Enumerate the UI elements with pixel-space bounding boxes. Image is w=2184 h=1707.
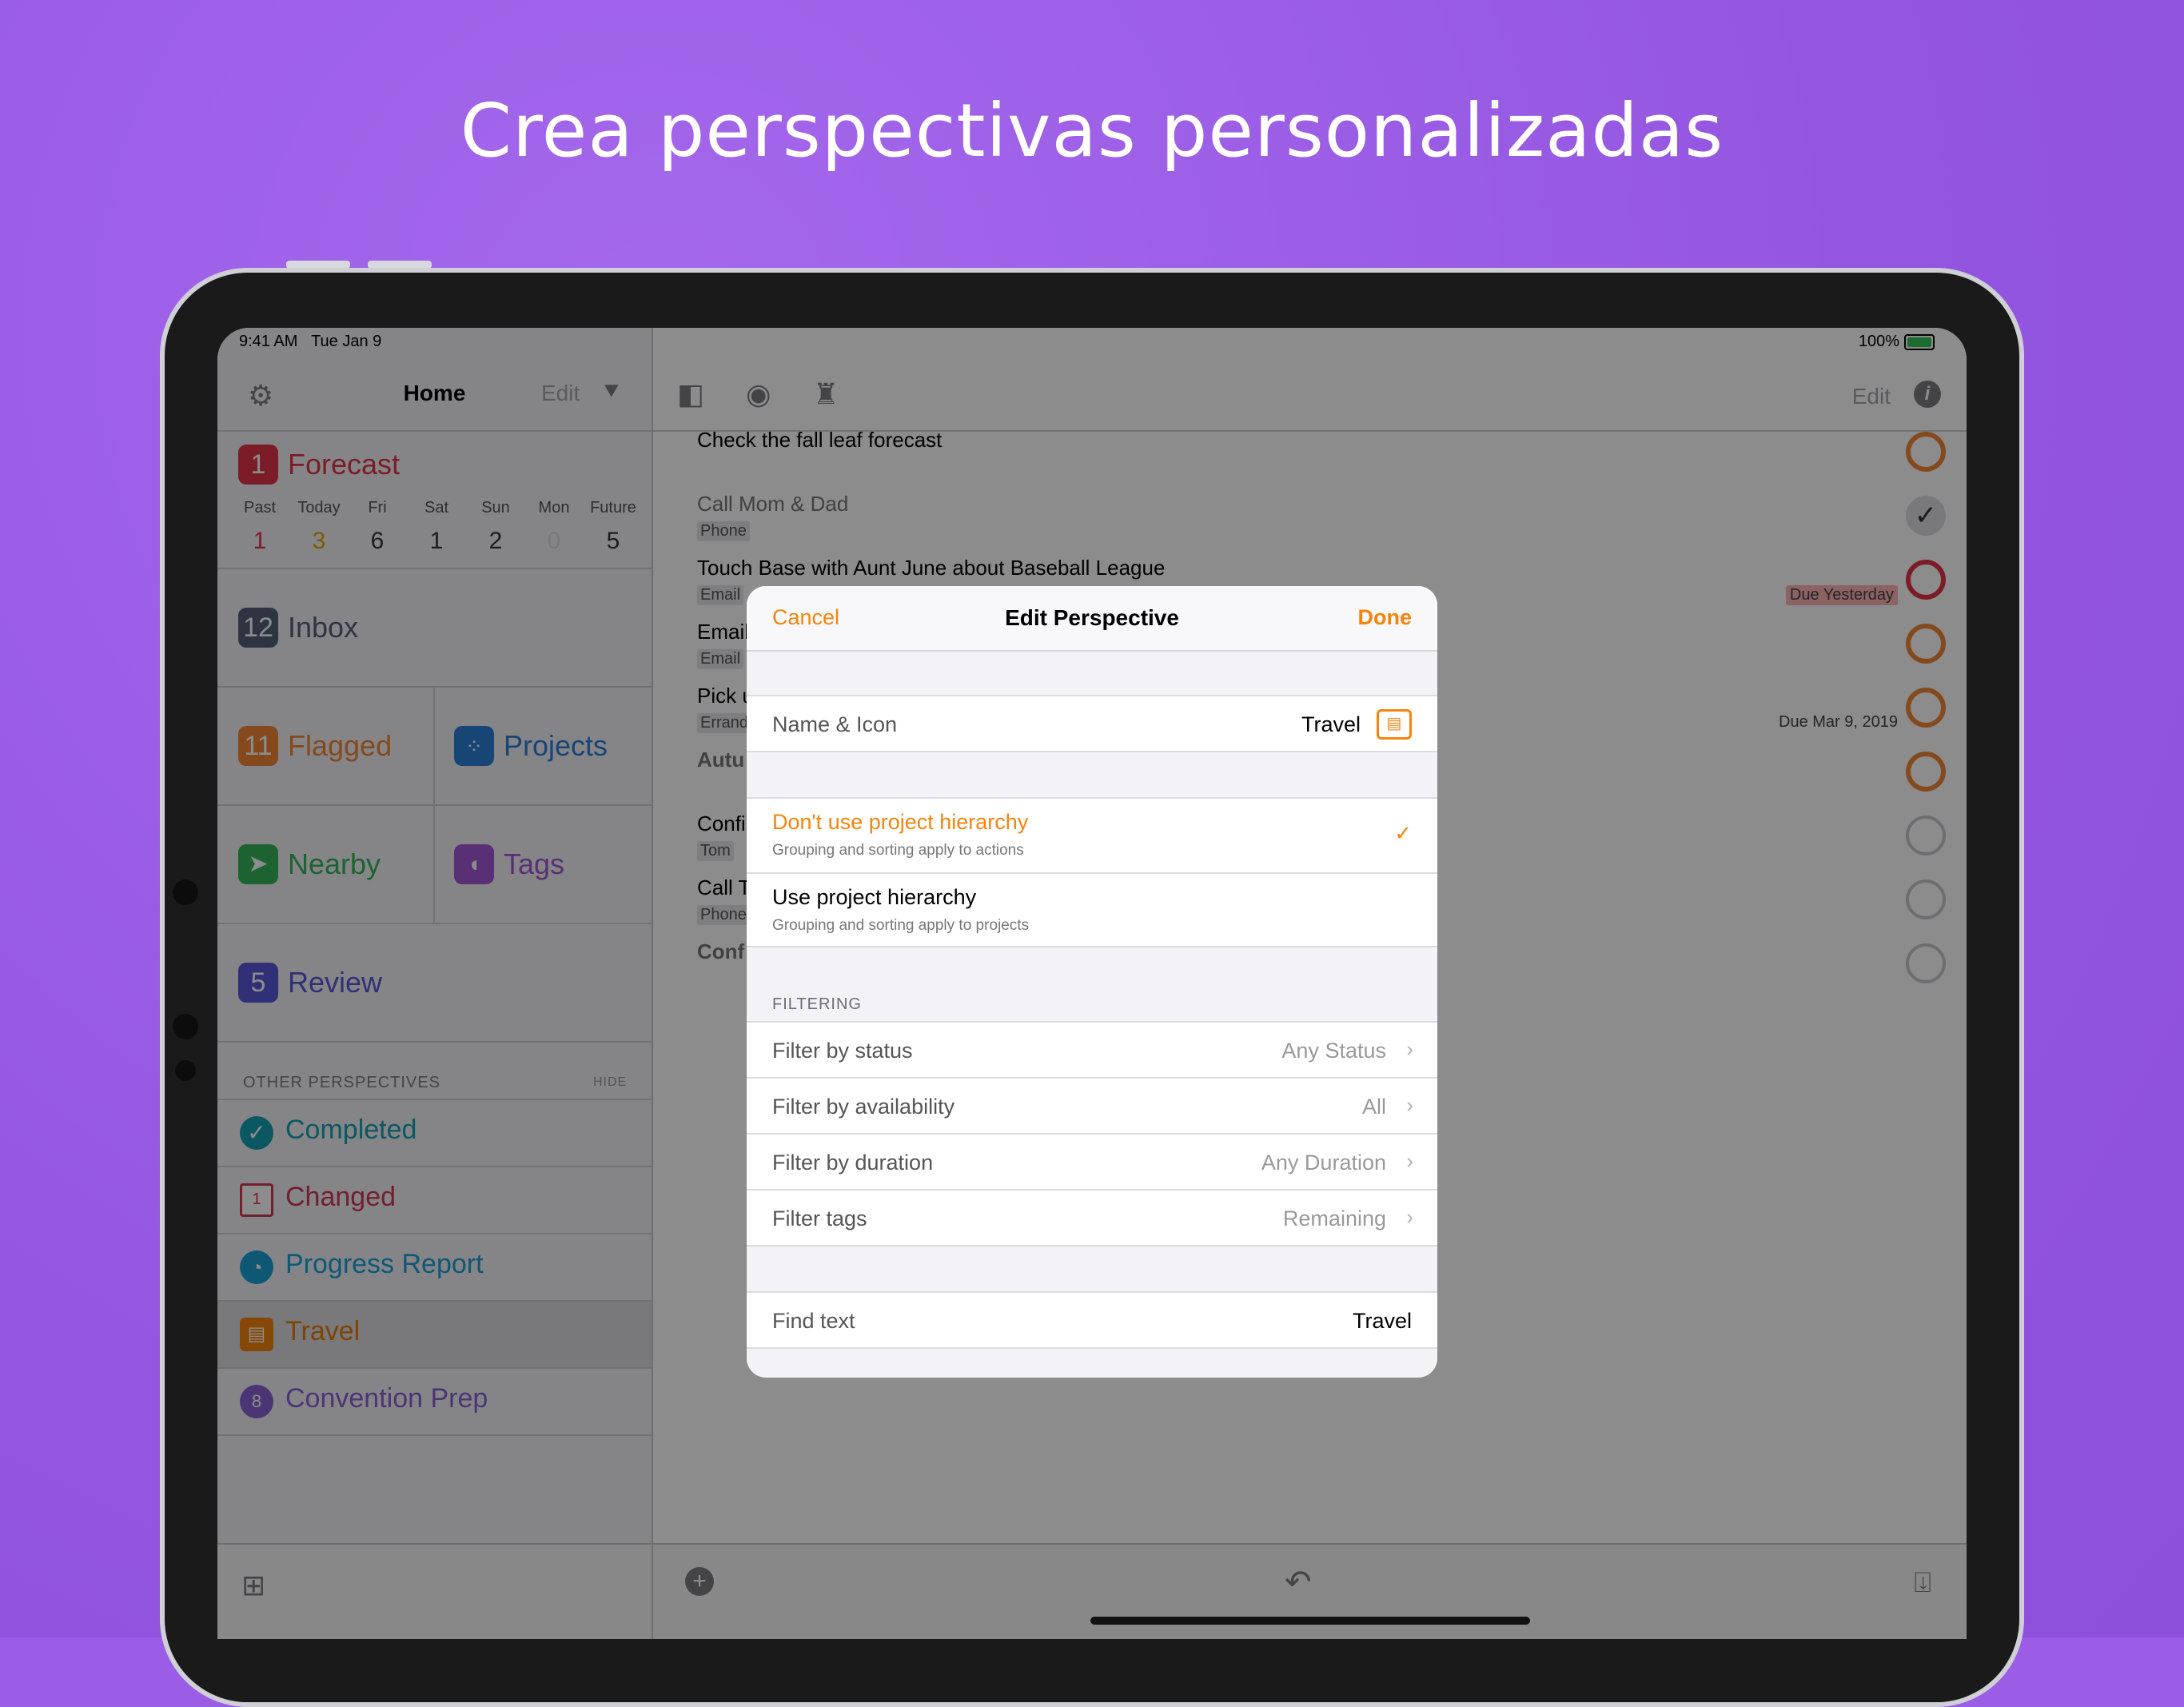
hierarchy-off-option[interactable]: Don't use project hierarchy Grouping and…: [747, 797, 1437, 872]
filter-duration-row[interactable]: Filter by duration Any Duration ›: [747, 1133, 1437, 1191]
hierarchy-off-subtitle: Grouping and sorting apply to actions: [772, 842, 1024, 859]
dialog-header: Cancel Edit Perspective Done: [747, 586, 1437, 652]
name-value: Travel: [1301, 712, 1361, 736]
filter-label: Filter by duration: [772, 1151, 934, 1175]
filter-value: Any Status: [1281, 1039, 1386, 1063]
hierarchy-on-option[interactable]: Use project hierarchy Grouping and sorti…: [747, 872, 1437, 947]
side-sensor: [173, 1014, 198, 1039]
find-text-value[interactable]: Travel: [1353, 1309, 1412, 1334]
chevron-right-icon: ›: [1406, 1149, 1413, 1173]
filter-value: All: [1361, 1095, 1386, 1119]
filter-label: Filter by status: [772, 1039, 913, 1063]
checkmark-icon: ✓: [1394, 821, 1412, 845]
chevron-right-icon: ›: [1406, 1205, 1413, 1229]
filter-value: Remaining: [1282, 1206, 1386, 1230]
hierarchy-on-label: Use project hierarchy: [772, 885, 977, 909]
filter-availability-row[interactable]: Filter by availability All ›: [747, 1077, 1437, 1135]
edit-perspective-dialog: Cancel Edit Perspective Done Name & Icon…: [747, 586, 1437, 1378]
chevron-right-icon: ›: [1406, 1093, 1413, 1117]
suitcase-icon[interactable]: ▤: [1377, 709, 1412, 740]
headline: Crea perspectivas personalizadas: [460, 88, 1724, 173]
filter-value: Any Duration: [1261, 1151, 1386, 1175]
screen: 9:41 AM Tue Jan 9 ⚙ Home Edit ⯆ 1 Foreca…: [217, 328, 1967, 1639]
filter-tags-row[interactable]: Filter tags Remaining ›: [747, 1189, 1437, 1246]
side-sensor: [173, 879, 198, 905]
find-text-label: Find text: [772, 1309, 855, 1333]
name-icon-row[interactable]: Name & Icon Travel ▤: [747, 695, 1437, 752]
filtering-header: FILTERING: [772, 995, 862, 1013]
filter-status-row[interactable]: Filter by status Any Status ›: [747, 1021, 1437, 1079]
home-indicator[interactable]: [1090, 1617, 1530, 1625]
hierarchy-on-subtitle: Grouping and sorting apply to projects: [772, 917, 1030, 934]
filter-label: Filter by availability: [772, 1095, 955, 1119]
dialog-title: Edit Perspective: [1005, 605, 1179, 630]
find-text-row[interactable]: Find text Travel: [747, 1291, 1437, 1349]
hierarchy-off-label: Don't use project hierarchy: [772, 810, 1029, 834]
side-sensor: [175, 1060, 196, 1081]
filter-label: Filter tags: [772, 1206, 867, 1230]
done-button[interactable]: Done: [1358, 605, 1413, 630]
chevron-right-icon: ›: [1406, 1037, 1413, 1061]
name-icon-label: Name & Icon: [772, 712, 898, 736]
